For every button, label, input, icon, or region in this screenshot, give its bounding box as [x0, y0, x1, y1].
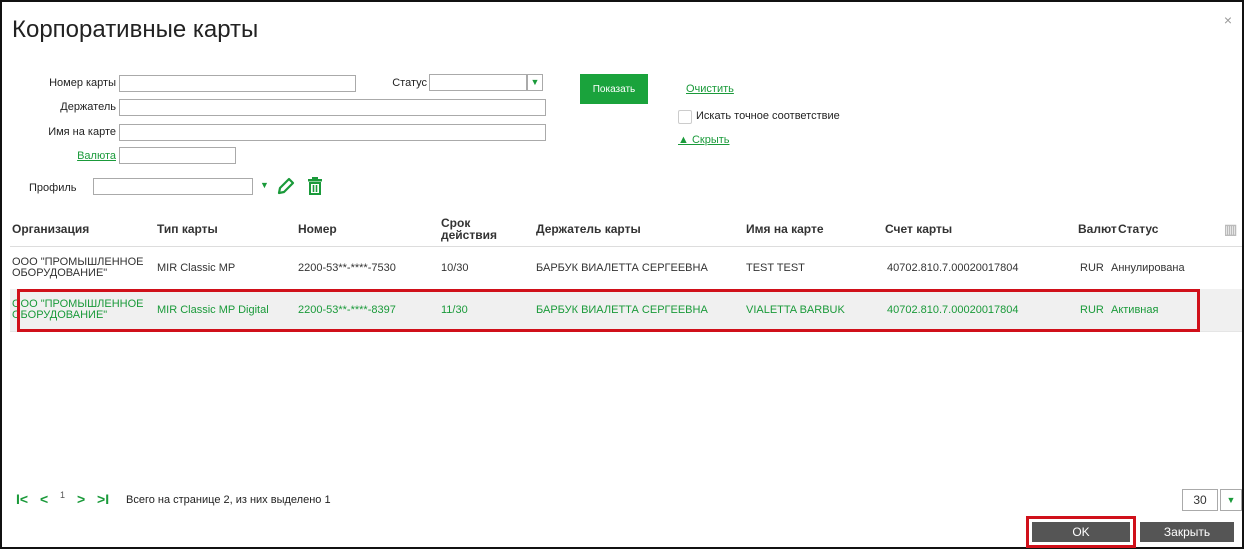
status-select[interactable]: [429, 74, 527, 91]
holder-label: Держатель: [60, 101, 116, 113]
column-header-holder[interactable]: Держатель карты: [536, 212, 641, 246]
clear-link[interactable]: Очистить: [686, 83, 734, 95]
column-header-organization[interactable]: Организация: [12, 212, 89, 246]
close-icon[interactable]: ×: [1224, 12, 1232, 28]
cell-number: 2200-53**-****-8397: [298, 303, 396, 316]
name-on-card-input[interactable]: [119, 124, 546, 141]
profile-label: Профиль: [29, 182, 77, 194]
dialog-title: Корпоративные карты: [12, 16, 259, 43]
column-header-currency[interactable]: Валют: [1078, 212, 1117, 246]
holder-input[interactable]: [119, 99, 546, 116]
column-header-account[interactable]: Счет карты: [885, 212, 952, 246]
table-header: Организация Тип карты Номер Срок действи…: [10, 212, 1242, 247]
next-page-icon[interactable]: >: [77, 491, 85, 507]
table-row-selected[interactable]: ООО "ПРОМЫШЛЕННОЕ ОБОРУДОВАНИЕ" MIR Clas…: [10, 289, 1242, 332]
table-row[interactable]: ООО "ПРОМЫШЛЕННОЕ ОБОРУДОВАНИЕ" MIR Clas…: [10, 247, 1242, 290]
first-page-icon[interactable]: I<: [16, 491, 28, 507]
cell-number: 2200-53**-****-7530: [298, 261, 396, 274]
cell-currency: RUR: [1080, 261, 1104, 274]
prev-page-icon[interactable]: <: [40, 491, 48, 507]
name-on-card-label: Имя на карте: [48, 126, 116, 138]
edit-pencil-icon[interactable]: [276, 176, 296, 199]
cell-currency: RUR: [1080, 303, 1104, 316]
cell-status: Аннулирована: [1111, 261, 1185, 274]
column-header-card-type[interactable]: Тип карты: [157, 212, 218, 246]
cell-organization: ООО "ПРОМЫШЛЕННОЕ ОБОРУДОВАНИЕ": [12, 298, 144, 321]
ok-button[interactable]: OK: [1032, 522, 1130, 542]
cell-status: Активная: [1111, 303, 1159, 316]
currency-input[interactable]: [119, 147, 236, 164]
last-page-icon[interactable]: >I: [97, 491, 109, 507]
cell-name-on-card: TEST TEST: [746, 261, 805, 274]
cell-organization: ООО "ПРОМЫШЛЕННОЕ ОБОРУДОВАНИЕ": [12, 256, 144, 279]
cell-card-type: MIR Classic MP: [157, 261, 236, 274]
profile-input[interactable]: [93, 178, 253, 195]
current-page: 1: [60, 490, 66, 500]
per-page-select[interactable]: 30: [1182, 489, 1218, 511]
column-header-expiry[interactable]: Срок действия: [441, 212, 521, 246]
close-button[interactable]: Закрыть: [1140, 522, 1234, 542]
column-settings-icon[interactable]: ▥: [1224, 212, 1237, 246]
column-header-number[interactable]: Номер: [298, 212, 337, 246]
cell-expiry: 10/30: [441, 261, 469, 274]
cell-holder: БАРБУК ВИАЛЕТТА СЕРГЕЕВНА: [536, 261, 708, 274]
show-button[interactable]: Показать: [580, 74, 648, 104]
cell-account: 40702.810.7.00020017804: [887, 261, 1019, 274]
exact-match-label: Искать точное соответствие: [696, 110, 840, 122]
cell-account: 40702.810.7.00020017804: [887, 303, 1019, 316]
per-page-chevron-down-icon[interactable]: ▼: [1220, 489, 1242, 511]
corporate-cards-dialog: Корпоративные карты × Номер карты Статус…: [0, 0, 1244, 549]
card-number-input[interactable]: [119, 75, 356, 92]
trash-icon[interactable]: [305, 176, 325, 199]
exact-match-checkbox[interactable]: [678, 110, 692, 124]
cell-card-type: MIR Classic MP Digital: [157, 303, 269, 316]
profile-chevron-down-icon[interactable]: ▼: [260, 180, 269, 190]
cell-name-on-card: VIALETTA BARBUK: [746, 303, 845, 316]
column-header-name-on-card[interactable]: Имя на карте: [746, 212, 824, 246]
column-header-status[interactable]: Статус: [1118, 212, 1158, 246]
hide-filters-link[interactable]: ▲ Скрыть: [678, 134, 730, 146]
pagination: I< < 1 > >I: [16, 490, 117, 507]
cell-holder: БАРБУК ВИАЛЕТТА СЕРГЕЕВНА: [536, 303, 708, 316]
card-number-label: Номер карты: [49, 77, 116, 89]
status-label: Статус: [392, 77, 427, 89]
cell-expiry: 11/30: [441, 303, 468, 316]
status-chevron-down-icon[interactable]: ▼: [527, 74, 543, 91]
currency-link[interactable]: Валюта: [22, 150, 116, 162]
page-info-text: Всего на странице 2, из них выделено 1: [126, 494, 331, 506]
